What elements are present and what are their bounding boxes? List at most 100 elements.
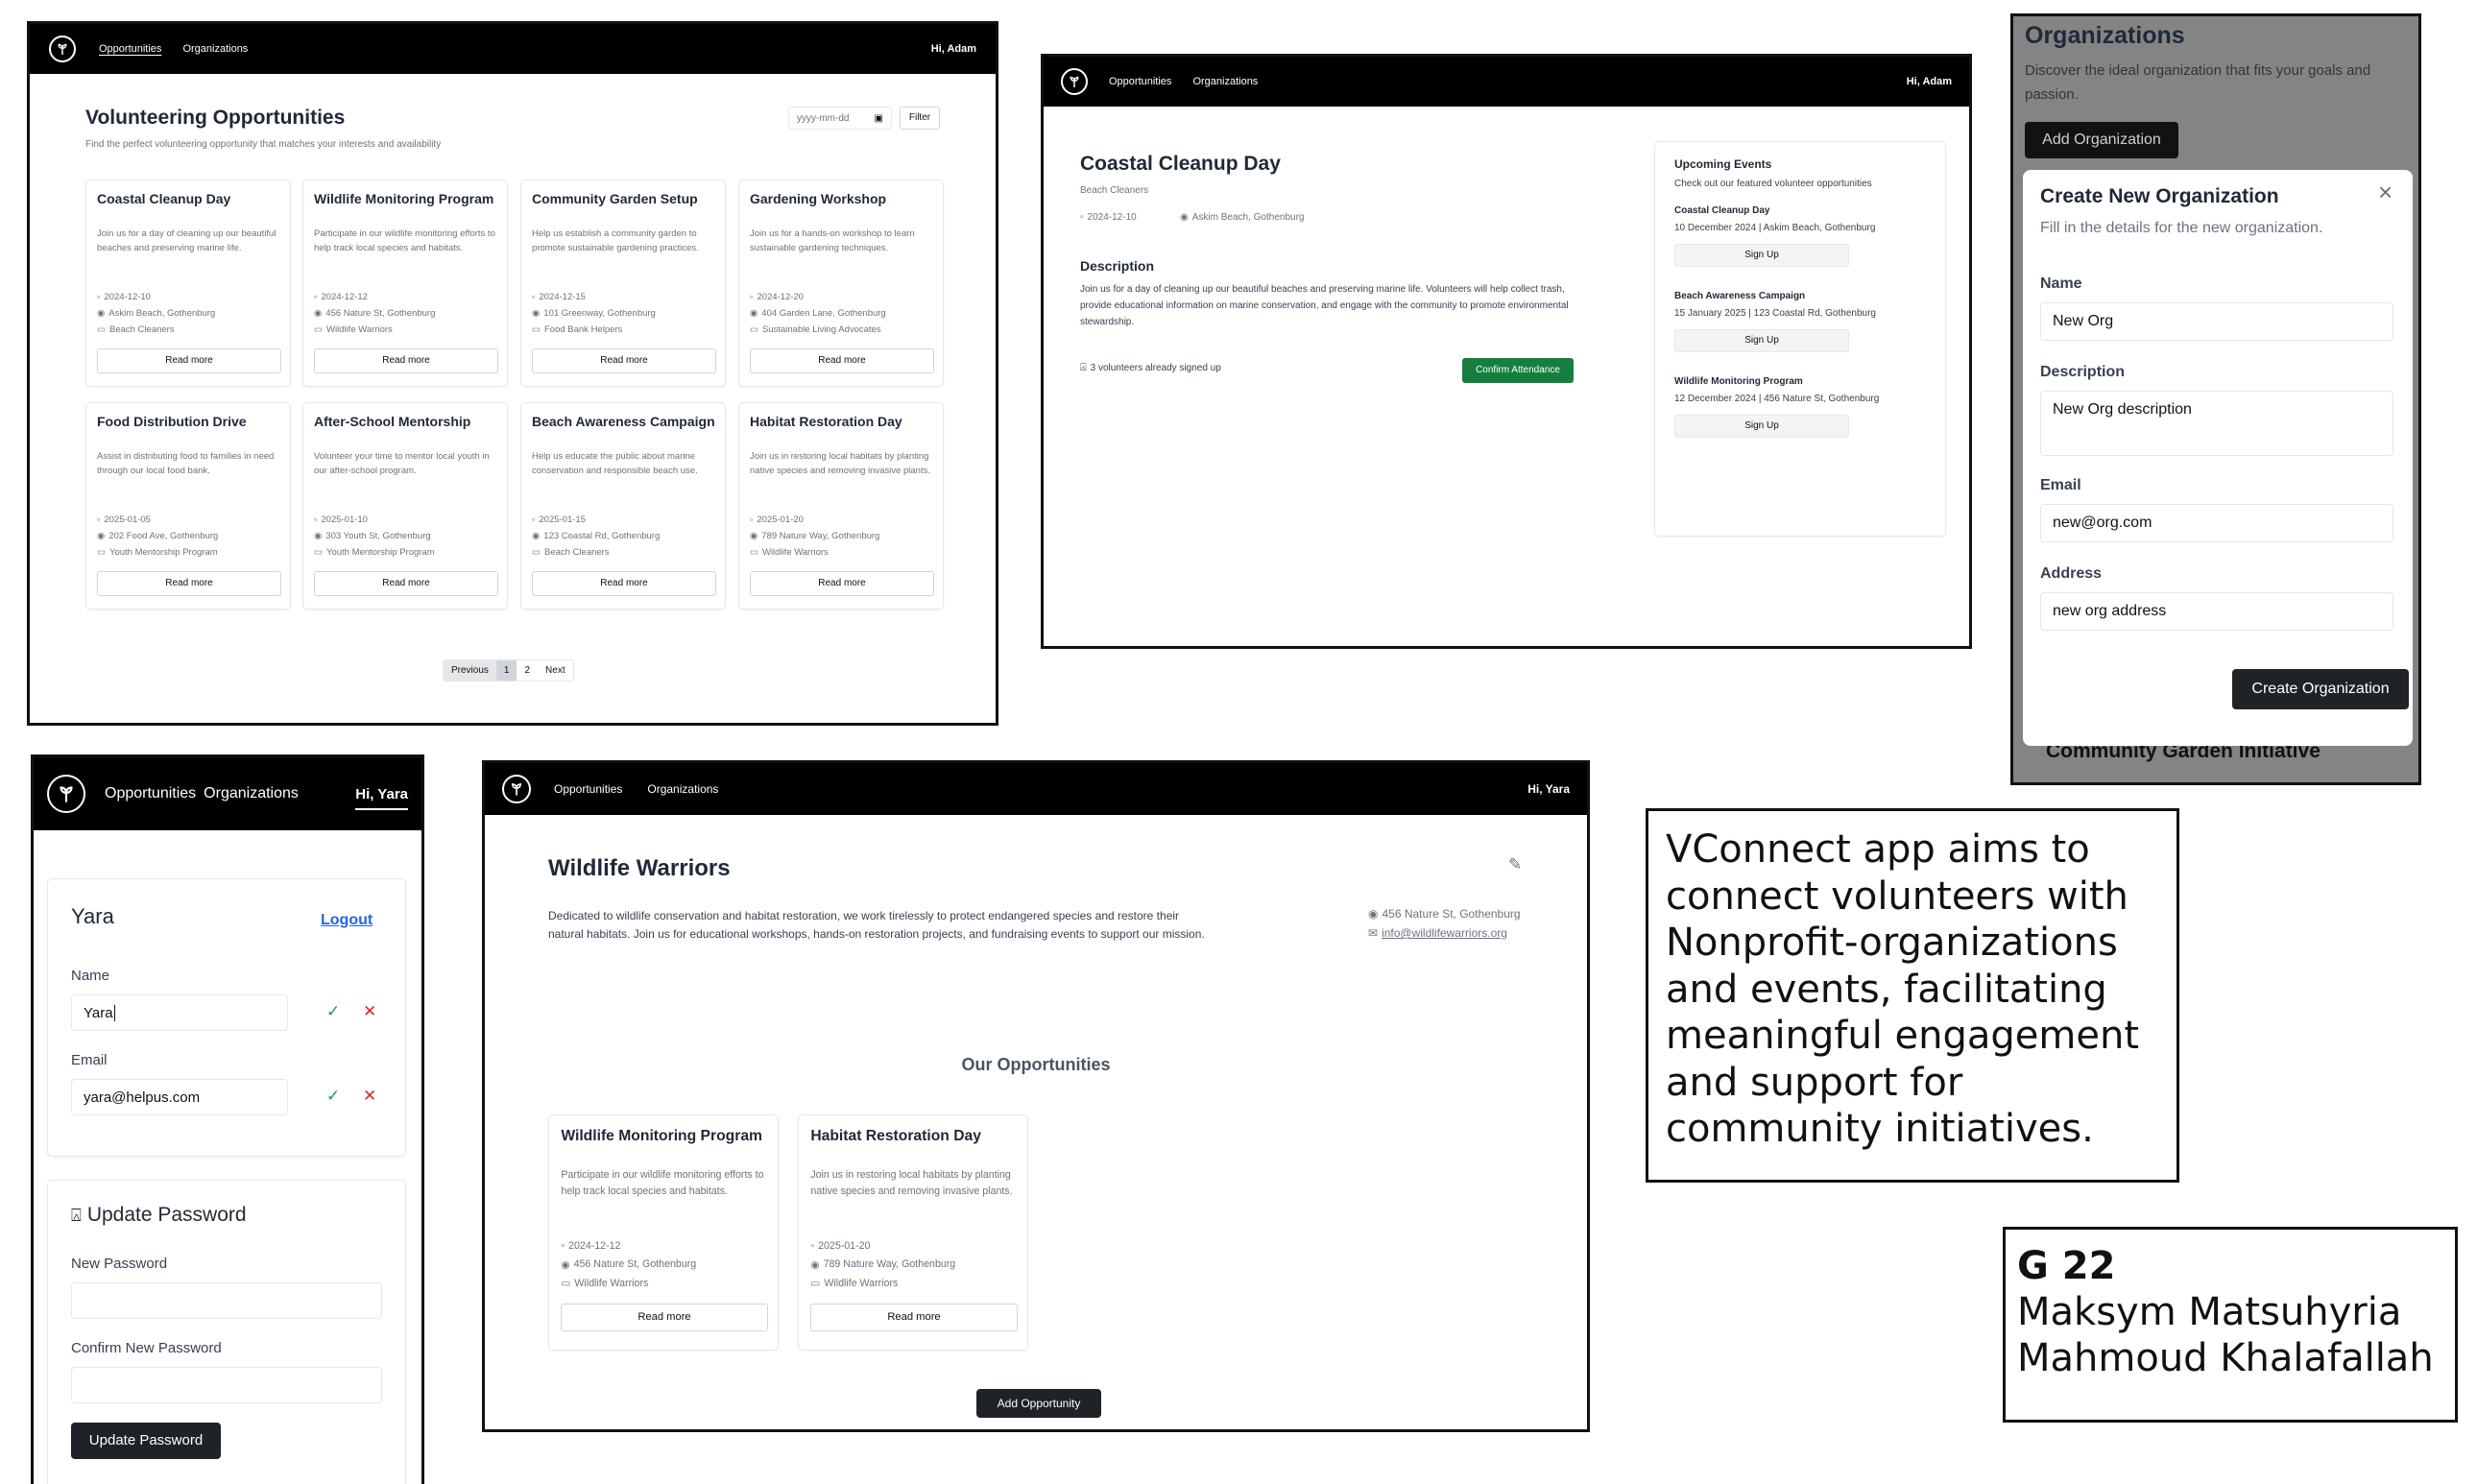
card-org-text: Food Bank Helpers bbox=[543, 324, 623, 335]
card-organization: ▭ Beach Cleaners bbox=[97, 324, 175, 335]
building-icon: ▭ bbox=[810, 1278, 821, 1289]
calendar-icon[interactable]: ▣ bbox=[875, 113, 883, 124]
nav-opportunities[interactable]: Opportunities bbox=[554, 782, 622, 796]
confirm-attendance-button[interactable]: Confirm Attendance bbox=[1462, 358, 1574, 383]
nav-organizations[interactable]: Organizations bbox=[204, 785, 299, 802]
nav-organizations[interactable]: Organizations bbox=[647, 782, 718, 796]
nav-organizations[interactable]: Organizations bbox=[1192, 76, 1258, 87]
read-more-button[interactable]: Read more bbox=[532, 571, 716, 596]
card-title[interactable]: Habitat Restoration Day bbox=[810, 1126, 1017, 1146]
logo-icon[interactable] bbox=[47, 775, 85, 813]
organization-address: ◉ 456 Nature St, Gothenburg bbox=[1368, 907, 1521, 921]
description-text: Join us for a day of cleaning up our bea… bbox=[1080, 284, 1569, 327]
description-field-value: New Org description bbox=[2053, 401, 2192, 418]
name-field[interactable]: New Org bbox=[2040, 302, 2393, 341]
description-field[interactable]: New Org description bbox=[2040, 391, 2393, 456]
sign-up-button[interactable]: Sign Up bbox=[1674, 244, 1849, 267]
card-date-text: 2024-12-12 bbox=[568, 1239, 621, 1252]
navbar: Opportunities Organizations Hi, Adam bbox=[30, 24, 996, 74]
card-location-text: 123 Coastal Rd, Gothenburg bbox=[543, 531, 661, 541]
email-confirm-icon[interactable]: ✓ bbox=[326, 1087, 340, 1106]
card-title[interactable]: Wildlife Monitoring Program bbox=[314, 190, 498, 208]
pagination-previous[interactable]: Previous bbox=[444, 660, 496, 681]
address-field[interactable]: new org address bbox=[2040, 592, 2393, 631]
create-organization-button[interactable]: Create Organization bbox=[2232, 669, 2409, 709]
event-name[interactable]: Beach Awareness Campaign bbox=[1674, 291, 1805, 301]
sign-up-button[interactable]: Sign Up bbox=[1674, 415, 1849, 438]
group-member-2: Mahmoud Khalafallah bbox=[2017, 1336, 2434, 1380]
read-more-button[interactable]: Read more bbox=[561, 1304, 768, 1332]
user-greeting[interactable]: Hi, Yara bbox=[1527, 782, 1570, 796]
card-location-text: 404 Garden Lane, Gothenburg bbox=[761, 308, 886, 319]
opportunity-organization[interactable]: Beach Cleaners bbox=[1080, 185, 1148, 196]
card-title[interactable]: Food Distribution Drive bbox=[97, 413, 281, 431]
sign-up-button[interactable]: Sign Up bbox=[1674, 329, 1849, 352]
card-date: ▫ 2025-01-15 bbox=[532, 515, 586, 525]
logo-icon[interactable] bbox=[502, 775, 531, 803]
pagination-page-1[interactable]: 1 bbox=[495, 660, 517, 681]
opportunity-card: Wildlife Monitoring Program Participate … bbox=[302, 180, 508, 387]
logo-icon[interactable] bbox=[1061, 68, 1088, 95]
name-input[interactable]: Yara bbox=[71, 994, 288, 1031]
event-name[interactable]: Coastal Cleanup Day bbox=[1674, 205, 1769, 216]
organization-description: Dedicated to wildlife conservation and h… bbox=[548, 909, 1205, 941]
card-org-text: Wildlife Warriors bbox=[824, 1277, 899, 1289]
read-more-button[interactable]: Read more bbox=[314, 348, 498, 373]
card-title[interactable]: Coastal Cleanup Day bbox=[97, 190, 281, 208]
new-password-input[interactable] bbox=[71, 1282, 382, 1319]
map-pin-icon: ◉ bbox=[1368, 907, 1379, 921]
logout-link[interactable]: Logout bbox=[321, 912, 373, 929]
nav-opportunities[interactable]: Opportunities bbox=[1109, 76, 1171, 87]
nav-organizations[interactable]: Organizations bbox=[182, 43, 248, 55]
nav-opportunities[interactable]: Opportunities bbox=[99, 43, 161, 55]
read-more-button[interactable]: Read more bbox=[810, 1304, 1018, 1332]
read-more-button[interactable]: Read more bbox=[532, 348, 716, 373]
card-title[interactable]: After-School Mentorship bbox=[314, 413, 498, 431]
name-confirm-icon[interactable]: ✓ bbox=[326, 1002, 340, 1021]
user-greeting[interactable]: Hi, Adam bbox=[931, 43, 976, 55]
app-description: VConnect app aims to connect volunteers … bbox=[1666, 827, 2140, 1151]
read-more-button[interactable]: Read more bbox=[750, 571, 934, 596]
modal-title: Create New Organization bbox=[2040, 185, 2279, 207]
filter-button[interactable]: Filter bbox=[900, 107, 940, 130]
card-title[interactable]: Beach Awareness Campaign bbox=[532, 413, 716, 431]
add-opportunity-button[interactable]: Add Opportunity bbox=[976, 1389, 1101, 1418]
email-input[interactable]: yara@helpus.com bbox=[71, 1079, 288, 1115]
card-location: ◉ Askim Beach, Gothenburg bbox=[97, 308, 215, 319]
card-title[interactable]: Habitat Restoration Day bbox=[750, 413, 934, 431]
card-location-text: 789 Nature Way, Gothenburg bbox=[823, 1258, 956, 1271]
email-cancel-icon[interactable]: ✕ bbox=[363, 1087, 376, 1106]
nav-opportunities[interactable]: Opportunities bbox=[105, 785, 196, 802]
opportunity-location: ◉ Askim Beach, Gothenburg bbox=[1180, 212, 1304, 223]
card-title[interactable]: Community Garden Setup bbox=[532, 190, 716, 208]
email-field[interactable]: new@org.com bbox=[2040, 504, 2393, 542]
confirm-password-input[interactable] bbox=[71, 1367, 382, 1403]
card-organization: ▭ Sustainable Living Advocates bbox=[750, 324, 881, 335]
user-greeting[interactable]: Hi, Adam bbox=[1907, 76, 1952, 87]
read-more-button[interactable]: Read more bbox=[97, 571, 281, 596]
add-organization-button[interactable]: Add Organization bbox=[2025, 122, 2178, 158]
user-greeting[interactable]: Hi, Yara bbox=[355, 786, 408, 810]
event-name[interactable]: Wildlife Monitoring Program bbox=[1674, 376, 1803, 387]
read-more-button[interactable]: Read more bbox=[750, 348, 934, 373]
read-more-button[interactable]: Read more bbox=[97, 348, 281, 373]
email-link[interactable]: info@wildlifewarriors.org bbox=[1382, 926, 1507, 940]
card-title[interactable]: Gardening Workshop bbox=[750, 190, 934, 208]
card-title[interactable]: Wildlife Monitoring Program bbox=[561, 1126, 767, 1146]
card-location: ◉ 456 Nature St, Gothenburg bbox=[561, 1258, 696, 1271]
name-cancel-icon[interactable]: ✕ bbox=[363, 1002, 376, 1021]
logo-icon[interactable] bbox=[49, 36, 76, 62]
read-more-button[interactable]: Read more bbox=[314, 571, 498, 596]
pagination-next[interactable]: Next bbox=[538, 660, 573, 681]
pagination-page-2[interactable]: 2 bbox=[517, 660, 538, 681]
building-icon: ▭ bbox=[314, 547, 323, 558]
opportunity-card: Beach Awareness Campaign Help us educate… bbox=[520, 402, 726, 610]
update-password-button[interactable]: Update Password bbox=[71, 1423, 221, 1459]
map-pin-icon: ◉ bbox=[561, 1258, 570, 1271]
edit-icon[interactable]: ✎ bbox=[1508, 855, 1522, 874]
map-pin-icon: ◉ bbox=[532, 531, 541, 541]
address-text: 456 Nature St, Gothenburg bbox=[1382, 907, 1521, 921]
close-icon[interactable]: × bbox=[2378, 180, 2393, 204]
card-description: Help us establish a community garden to … bbox=[532, 228, 699, 253]
date-input[interactable]: yyyy-mm-dd ▣ bbox=[788, 107, 892, 130]
